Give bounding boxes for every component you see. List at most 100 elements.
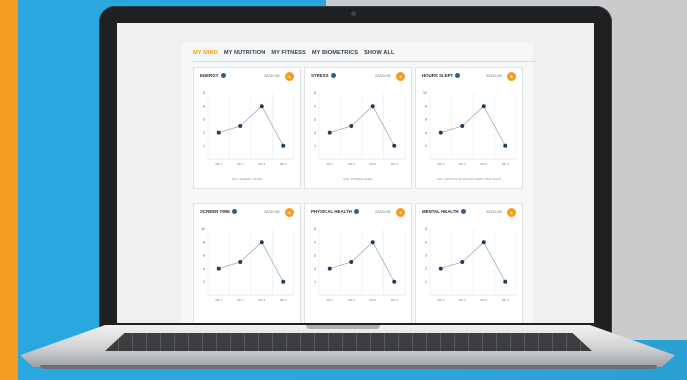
y-tick-label: 3 bbox=[314, 118, 316, 122]
x-tick-label: WK 1 bbox=[437, 162, 444, 166]
physical-health-chart: 1 2 3 4 5 WK 1 WK 2 WK 3 WK 4 bbox=[314, 227, 406, 302]
laptop-foot bbox=[40, 365, 657, 369]
x-tick-label: WK 1 bbox=[326, 162, 333, 166]
y-tick-label: 2 bbox=[425, 267, 427, 271]
info-icon[interactable] bbox=[220, 73, 226, 79]
data-point bbox=[216, 130, 221, 135]
tab-divider bbox=[193, 61, 535, 62]
card-title: ENERGY bbox=[200, 73, 226, 79]
data-point bbox=[238, 260, 243, 264]
energy-chart: 1 2 3 4 5 WK 1 WK 2 WK 3 WK 4 bbox=[203, 91, 295, 166]
x-tick-label: WK 3 bbox=[258, 162, 265, 166]
card-title-text: MENTAL HEALTH bbox=[422, 209, 459, 214]
y-tick-label: 2 bbox=[203, 280, 205, 284]
baseline-badge[interactable]: 4 bbox=[507, 208, 516, 217]
card-screen-time[interactable]: SCREEN TIME BASELINE 8 2 4 6 8 10 WK 1 WK 2 WK … bbox=[193, 203, 301, 323]
baseline-label: BASELINE bbox=[264, 210, 280, 214]
data-point bbox=[327, 130, 332, 135]
y-tick-label: 4 bbox=[314, 240, 316, 244]
laptop-screen: MY MIND MY NUTRITION MY FITNESS MY BIOME… bbox=[117, 23, 594, 323]
y-tick-label: 6 bbox=[425, 118, 427, 122]
data-point bbox=[438, 266, 443, 271]
baseline-badge[interactable]: 4 bbox=[285, 72, 294, 81]
y-tick-label: 2 bbox=[314, 131, 316, 135]
chart-caption: AVG. AMOUNT OF HOURS SLEPT PER NIGHT bbox=[436, 177, 502, 181]
y-tick-label: 5 bbox=[203, 91, 205, 95]
baseline-badge[interactable]: 4 bbox=[396, 208, 405, 217]
data-point bbox=[481, 104, 486, 109]
data-point bbox=[327, 266, 332, 271]
data-point bbox=[392, 143, 397, 148]
card-title: MENTAL HEALTH bbox=[422, 209, 466, 215]
data-point bbox=[481, 240, 486, 245]
x-tick-label: WK 1 bbox=[437, 298, 444, 302]
data-point bbox=[503, 143, 508, 148]
card-title-text: ENERGY bbox=[200, 73, 219, 78]
info-icon[interactable] bbox=[232, 209, 238, 215]
info-icon[interactable] bbox=[330, 73, 336, 79]
data-point bbox=[370, 104, 375, 109]
card-title-text: HOURS SLEPT bbox=[422, 73, 454, 78]
x-tick-label: WK 2 bbox=[237, 298, 244, 302]
x-tick-label: WK 4 bbox=[391, 298, 398, 302]
y-tick-label: 6 bbox=[203, 254, 205, 258]
baseline-label: BASELINE bbox=[486, 74, 502, 78]
x-tick-label: WK 1 bbox=[326, 298, 333, 302]
data-point bbox=[503, 279, 508, 284]
y-tick-label: 4 bbox=[425, 240, 427, 244]
data-point bbox=[438, 130, 443, 135]
data-point bbox=[216, 266, 221, 271]
y-tick-label: 1 bbox=[314, 144, 316, 148]
card-physical-health[interactable]: PHYSICAL HEALTH BASELINE 4 1 2 3 4 5 WK 1 WK 2… bbox=[304, 203, 412, 323]
y-tick-label: 3 bbox=[425, 254, 427, 258]
x-tick-label: WK 4 bbox=[502, 298, 509, 302]
data-point bbox=[259, 240, 264, 245]
x-tick-label: WK 2 bbox=[237, 162, 244, 166]
data-point bbox=[349, 124, 354, 128]
card-energy[interactable]: ENERGY BASELINE 4 1 2 3 4 5 WK 1 WK 2 WK 3 WK 4 … bbox=[193, 67, 301, 189]
card-title: SCREEN TIME bbox=[200, 209, 238, 215]
baseline-label: BASELINE bbox=[375, 210, 391, 214]
y-tick-label: 4 bbox=[203, 104, 205, 108]
x-tick-label: WK 2 bbox=[459, 298, 466, 302]
info-icon[interactable] bbox=[455, 73, 461, 79]
x-tick-label: WK 4 bbox=[391, 162, 398, 166]
data-point bbox=[238, 124, 243, 128]
baseline-badge[interactable]: 4 bbox=[396, 72, 405, 81]
x-tick-label: WK 3 bbox=[369, 298, 376, 302]
card-stress[interactable]: STRESS BASELINE 4 1 2 3 4 5 WK 1 WK 2 WK 3 WK 4 … bbox=[304, 67, 412, 189]
card-hours-slept[interactable]: HOURS SLEPT BASELINE 8 2 4 6 8 10 WK 1 WK 2 WK … bbox=[415, 67, 523, 189]
y-tick-label: 5 bbox=[314, 227, 316, 231]
x-tick-label: WK 3 bbox=[480, 298, 487, 302]
x-tick-label: WK 2 bbox=[348, 298, 355, 302]
y-tick-label: 8 bbox=[203, 240, 205, 244]
webcam-icon bbox=[351, 11, 356, 16]
data-point bbox=[281, 143, 286, 148]
data-point bbox=[392, 279, 397, 284]
info-icon[interactable] bbox=[460, 209, 466, 215]
card-mental-health[interactable]: MENTAL HEALTH BASELINE 4 1 2 3 4 5 WK 1 WK 2 WK… bbox=[415, 203, 523, 323]
x-tick-label: WK 3 bbox=[258, 298, 265, 302]
baseline-badge[interactable]: 8 bbox=[285, 208, 294, 217]
data-point bbox=[281, 279, 286, 284]
baseline-label: BASELINE bbox=[264, 74, 280, 78]
hours-slept-chart: 2 4 6 8 10 WK 1 WK 2 WK 3 WK 4 bbox=[423, 91, 517, 166]
baseline-badge[interactable]: 8 bbox=[507, 72, 516, 81]
y-tick-label: 5 bbox=[425, 227, 427, 231]
card-title-text: SCREEN TIME bbox=[200, 209, 231, 214]
baseline-label: BASELINE bbox=[375, 74, 391, 78]
x-tick-label: WK 2 bbox=[459, 162, 466, 166]
y-tick-label: 1 bbox=[203, 144, 205, 148]
y-tick-label: 1 bbox=[425, 280, 427, 284]
y-tick-label: 4 bbox=[314, 104, 316, 108]
y-tick-label: 10 bbox=[201, 227, 205, 231]
x-tick-label: WK 1 bbox=[215, 162, 222, 166]
y-tick-label: 8 bbox=[425, 104, 427, 108]
laptop-keyboard bbox=[105, 333, 592, 351]
mental-health-chart: 1 2 3 4 5 WK 1 WK 2 WK 3 WK 4 bbox=[425, 227, 517, 302]
data-point bbox=[349, 260, 354, 264]
y-tick-label: 3 bbox=[203, 118, 205, 122]
y-tick-label: 4 bbox=[425, 131, 427, 135]
card-title: HOURS SLEPT bbox=[422, 73, 461, 79]
info-icon[interactable] bbox=[353, 209, 359, 215]
